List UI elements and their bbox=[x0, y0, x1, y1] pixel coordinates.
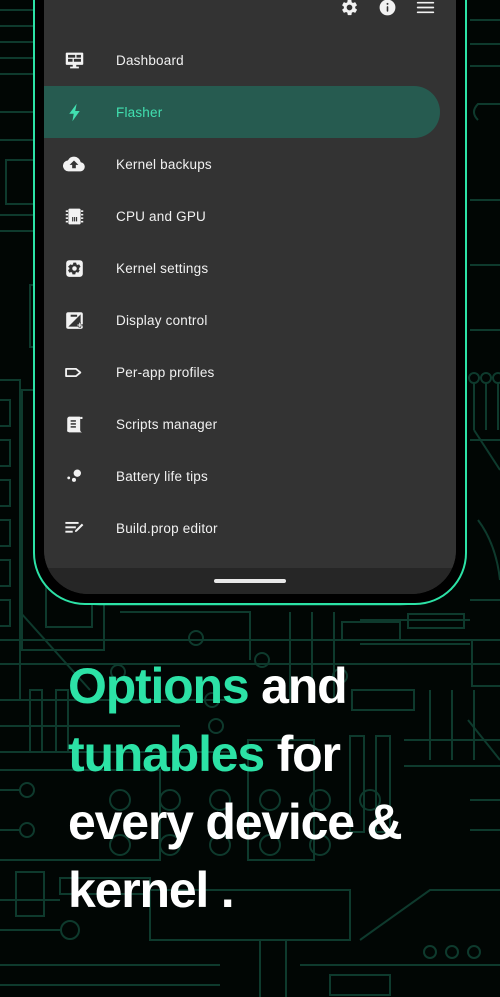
sidebar-item-label: Flasher bbox=[116, 104, 163, 120]
sidebar-item-per-app-profiles[interactable]: Per-app profiles bbox=[44, 346, 456, 398]
app-bar bbox=[44, 0, 456, 32]
headline-line-2: tunables for bbox=[68, 720, 468, 788]
gear-square-icon bbox=[54, 250, 94, 286]
lightning-bolt-icon bbox=[54, 94, 94, 130]
headline-plain-2: for bbox=[264, 726, 341, 782]
phone-bezel: Dashboard Flasher Kernel backups CPU and… bbox=[44, 0, 456, 594]
cpu-chip-icon bbox=[54, 198, 94, 234]
sidebar-item-battery-life-tips[interactable]: Battery life tips bbox=[44, 450, 456, 502]
sidebar-item-kernel-backups[interactable]: Kernel backups bbox=[44, 138, 456, 190]
home-indicator[interactable] bbox=[214, 579, 286, 583]
sidebar-item-display-control[interactable]: Display control bbox=[44, 294, 456, 346]
promo-headline: Options and tunables for every device & … bbox=[68, 652, 468, 924]
sidebar-item-label: Build.prop editor bbox=[116, 520, 218, 536]
sidebar-item-dashboard[interactable]: Dashboard bbox=[44, 34, 456, 86]
tag-icon bbox=[54, 354, 94, 390]
sidebar-item-label: Scripts manager bbox=[116, 416, 218, 432]
dashboard-monitor-icon bbox=[54, 42, 94, 78]
list-edit-icon bbox=[54, 510, 94, 546]
brightness-contrast-icon bbox=[54, 302, 94, 338]
sidebar-item-label: Battery life tips bbox=[116, 468, 208, 484]
sidebar-item-label: CPU and GPU bbox=[116, 208, 206, 224]
headline-accent-2: tunables bbox=[68, 726, 265, 782]
headline-plain-1: and bbox=[248, 658, 347, 714]
sidebar-item-label: Display control bbox=[116, 312, 208, 328]
sidebar-item-build-prop-editor[interactable]: Build.prop editor bbox=[44, 502, 456, 554]
sidebar-item-kernel-settings[interactable]: Kernel settings bbox=[44, 242, 456, 294]
headline-line-3: every device & bbox=[68, 794, 403, 850]
sidebar-item-label: Kernel settings bbox=[116, 260, 209, 276]
sidebar-item-scripts-manager[interactable]: Scripts manager bbox=[44, 398, 456, 450]
phone-mockup: Dashboard Flasher Kernel backups CPU and… bbox=[33, 0, 467, 605]
sidebar-item-label: Per-app profiles bbox=[116, 364, 215, 380]
gear-icon[interactable] bbox=[332, 0, 366, 24]
headline-accent-1: Options bbox=[68, 658, 250, 714]
headline-line-4: kernel . bbox=[68, 862, 235, 918]
info-icon[interactable] bbox=[370, 0, 404, 24]
sidebar-item-cpu-and-gpu[interactable]: CPU and GPU bbox=[44, 190, 456, 242]
sidebar-item-flasher[interactable]: Flasher bbox=[44, 86, 440, 138]
script-scroll-icon bbox=[54, 406, 94, 442]
sidebar-item-label: Kernel backups bbox=[116, 156, 212, 172]
sidebar-item-label: Dashboard bbox=[116, 52, 184, 68]
app-screen: Dashboard Flasher Kernel backups CPU and… bbox=[44, 0, 456, 594]
cloud-upload-icon bbox=[54, 146, 94, 182]
gesture-navigation-bar bbox=[44, 568, 456, 594]
hamburger-menu-icon[interactable] bbox=[408, 0, 442, 24]
bubbles-icon bbox=[54, 458, 94, 494]
headline-line-1: Options and bbox=[68, 652, 468, 720]
navigation-drawer: Dashboard Flasher Kernel backups CPU and… bbox=[44, 32, 456, 568]
